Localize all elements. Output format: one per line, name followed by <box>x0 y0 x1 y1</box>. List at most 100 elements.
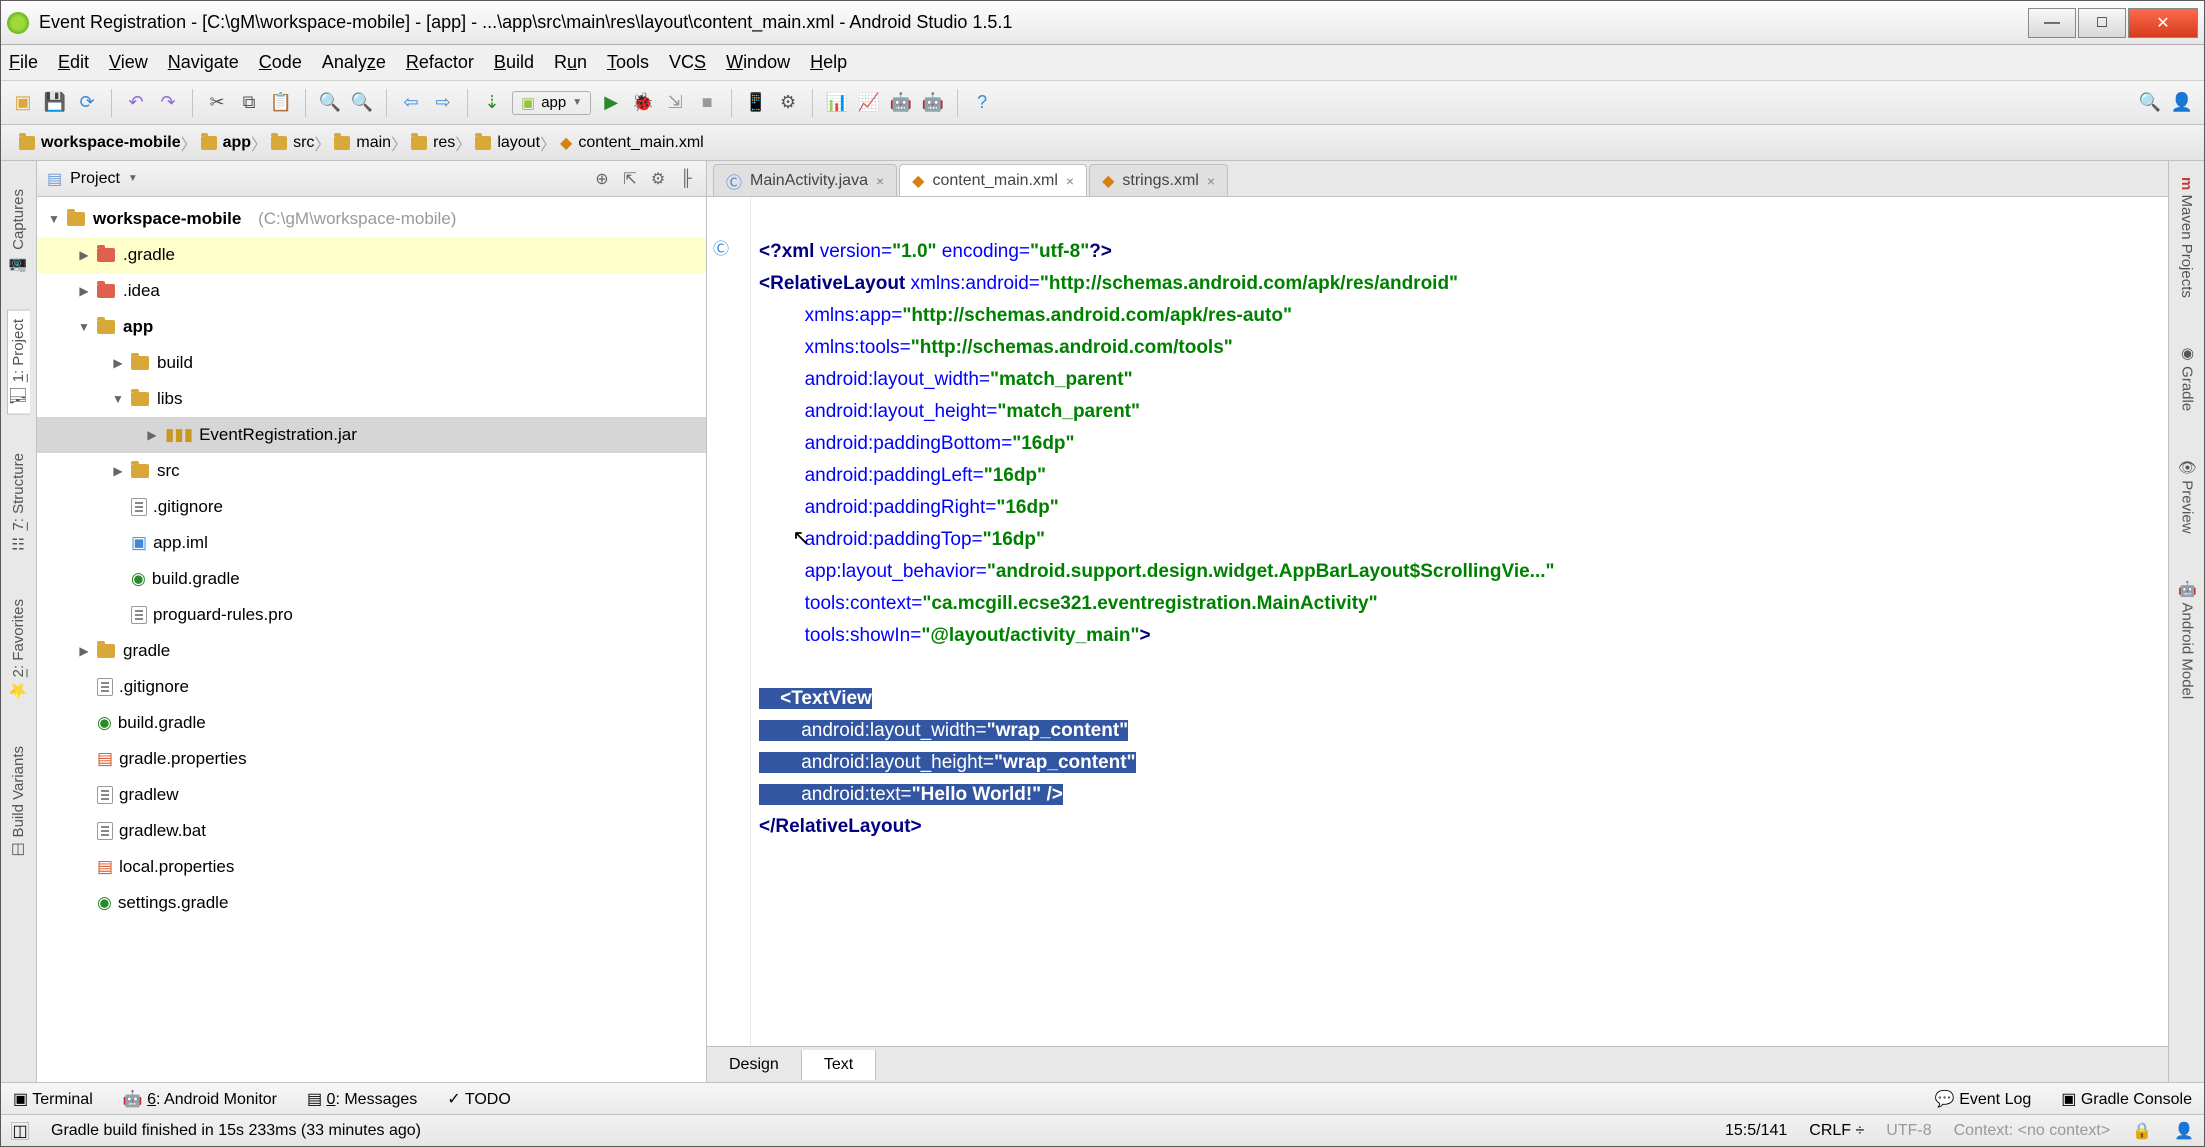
encoding[interactable]: UTF-8 <box>1886 1122 1931 1140</box>
tree-libs[interactable]: ▼libs <box>37 381 706 417</box>
forward-icon[interactable]: ⇨ <box>431 91 455 115</box>
bc-workspace[interactable]: workspace-mobile <box>11 131 193 155</box>
tab-gradle[interactable]: ◉ Gradle <box>2176 336 2198 419</box>
close-tab-icon[interactable]: × <box>876 173 884 189</box>
design-tab[interactable]: Design <box>707 1050 802 1080</box>
back-icon[interactable]: ⇦ <box>399 91 423 115</box>
menu-analyze[interactable]: Analyze <box>322 52 386 73</box>
tab-android-model[interactable]: 🤖 Android Model <box>2176 572 2198 707</box>
undo-icon[interactable]: ↶ <box>124 91 148 115</box>
lock-icon[interactable]: 🔒 <box>2132 1121 2152 1141</box>
redo-icon[interactable]: ↷ <box>156 91 180 115</box>
android-icon[interactable]: 🤖 <box>889 91 913 115</box>
terminal-button[interactable]: ▣ Terminal <box>13 1089 93 1109</box>
inspector-icon[interactable]: 👤 <box>2174 1121 2194 1141</box>
copy-icon[interactable]: ⧉ <box>237 91 261 115</box>
avd-icon[interactable]: 📱 <box>744 91 768 115</box>
open-icon[interactable]: ▣ <box>11 91 35 115</box>
bc-main[interactable]: main <box>326 131 403 155</box>
tree-gradle-root[interactable]: ▶gradle <box>37 633 706 669</box>
attach-icon[interactable]: ⇲ <box>663 91 687 115</box>
tree-appiml[interactable]: ▣app.iml <box>37 525 706 561</box>
replace-icon[interactable]: 🔍 <box>350 91 374 115</box>
code-editor[interactable]: <?xml version="1.0" encoding="utf-8"?> <… <box>751 197 2168 1046</box>
menu-window[interactable]: Window <box>726 52 790 73</box>
gear-icon[interactable]: ⚙ <box>648 169 668 189</box>
menu-vcs[interactable]: VCS <box>669 52 706 73</box>
menu-tools[interactable]: Tools <box>607 52 649 73</box>
bc-res[interactable]: res <box>403 131 467 155</box>
close-tab-icon[interactable]: × <box>1066 173 1074 189</box>
menu-navigate[interactable]: Navigate <box>168 52 239 73</box>
menu-run[interactable]: Run <box>554 52 587 73</box>
tree-idea-dir[interactable]: ▶.idea <box>37 273 706 309</box>
tab-project[interactable]: 🗂 1: Project <box>7 310 30 415</box>
hide-icon[interactable]: ╟ <box>676 169 696 189</box>
tree-gitignore2[interactable]: .gitignore <box>37 669 706 705</box>
find-icon[interactable]: 🔍 <box>318 91 342 115</box>
ddms-icon[interactable]: 📊 <box>825 91 849 115</box>
bc-src[interactable]: src <box>263 131 326 155</box>
project-tree[interactable]: ▼workspace-mobile (C:\gM\workspace-mobil… <box>37 197 706 1082</box>
context[interactable]: Context: <no context> <box>1954 1122 2111 1140</box>
tree-gradle-dir[interactable]: ▶.gradle <box>37 237 706 273</box>
debug-icon[interactable]: 🐞 <box>631 91 655 115</box>
paste-icon[interactable]: 📋 <box>269 91 293 115</box>
android2-icon[interactable]: 🤖 <box>921 91 945 115</box>
menu-build[interactable]: Build <box>494 52 534 73</box>
bc-file[interactable]: ◆content_main.xml <box>552 130 716 156</box>
stop-icon[interactable]: ■ <box>695 91 719 115</box>
statusbar-toggle-icon[interactable]: ◫ <box>11 1122 29 1140</box>
tab-mainactivity[interactable]: ⒸMainActivity.java× <box>713 164 897 196</box>
tab-favorites[interactable]: ⭐ 2: Favorites <box>8 591 30 708</box>
line-separator[interactable]: CRLF ÷ <box>1809 1122 1864 1140</box>
sync-icon[interactable]: ⟳ <box>75 91 99 115</box>
tree-src[interactable]: ▶src <box>37 453 706 489</box>
bc-app[interactable]: app <box>193 131 263 155</box>
android-monitor-button[interactable]: 🤖 6: Android Monitor <box>123 1089 277 1109</box>
close-tab-icon[interactable]: × <box>1207 173 1215 189</box>
tree-localprops[interactable]: ▤local.properties <box>37 849 706 885</box>
gradle-console-button[interactable]: ▣ Gradle Console <box>2061 1089 2192 1109</box>
user-icon[interactable]: 👤 <box>2170 91 2194 115</box>
collapse-icon[interactable]: ⇱ <box>620 169 640 189</box>
text-tab[interactable]: Text <box>802 1050 876 1080</box>
messages-button[interactable]: ▤ 0: Messages <box>307 1089 417 1109</box>
run-config-selector[interactable]: ▣ app ▼ <box>512 91 591 115</box>
tab-preview[interactable]: 👁 Preview <box>2176 449 2198 542</box>
menu-view[interactable]: View <box>109 52 148 73</box>
tab-captures[interactable]: 📷 Captures <box>8 181 30 280</box>
tab-maven[interactable]: m Maven Projects <box>2176 169 2197 306</box>
menu-file[interactable]: File <box>9 52 38 73</box>
menu-edit[interactable]: Edit <box>58 52 89 73</box>
tree-gitignore[interactable]: .gitignore <box>37 489 706 525</box>
cut-icon[interactable]: ✂ <box>205 91 229 115</box>
make-icon[interactable]: ⇣ <box>480 91 504 115</box>
tab-strings[interactable]: ◆strings.xml× <box>1089 164 1228 196</box>
tab-structure[interactable]: ☷ 7: Structure <box>8 445 30 561</box>
tree-root[interactable]: ▼workspace-mobile (C:\gM\workspace-mobil… <box>37 201 706 237</box>
search-icon[interactable]: 🔍 <box>2138 91 2162 115</box>
tree-gradlew[interactable]: gradlew <box>37 777 706 813</box>
menu-help[interactable]: Help <box>810 52 847 73</box>
tab-contentmain[interactable]: ◆content_main.xml× <box>899 164 1087 196</box>
tree-gradlewbat[interactable]: gradlew.bat <box>37 813 706 849</box>
minimize-button[interactable]: — <box>2028 8 2076 38</box>
close-button[interactable]: ✕ <box>2128 8 2198 38</box>
tree-jar[interactable]: ▶▮▮▮EventRegistration.jar <box>37 417 706 453</box>
sdk-icon[interactable]: ⚙ <box>776 91 800 115</box>
menu-code[interactable]: Code <box>259 52 302 73</box>
event-log-button[interactable]: 💬 Event Log <box>1935 1089 2031 1109</box>
save-icon[interactable]: 💾 <box>43 91 67 115</box>
tree-build[interactable]: ▶build <box>37 345 706 381</box>
tree-proguard[interactable]: proguard-rules.pro <box>37 597 706 633</box>
todo-button[interactable]: ✓ TODO <box>447 1089 511 1109</box>
tree-app[interactable]: ▼app <box>37 309 706 345</box>
help-icon[interactable]: ? <box>970 91 994 115</box>
maximize-button[interactable]: □ <box>2078 8 2126 38</box>
tree-settingsgradle[interactable]: ◉settings.gradle <box>37 885 706 921</box>
monitor-icon[interactable]: 📈 <box>857 91 881 115</box>
tree-buildgradle[interactable]: ◉build.gradle <box>37 561 706 597</box>
tree-gradleprops[interactable]: ▤gradle.properties <box>37 741 706 777</box>
bc-layout[interactable]: layout <box>467 131 552 155</box>
